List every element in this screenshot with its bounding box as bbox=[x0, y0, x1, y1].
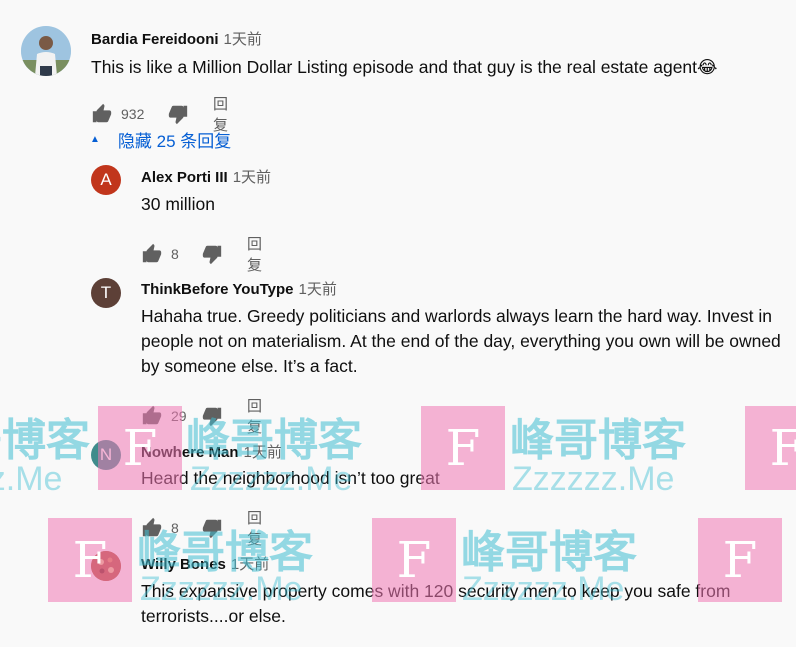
avatar-initial: N bbox=[99, 445, 113, 464]
like-icon[interactable] bbox=[141, 517, 163, 539]
like-count: 29 bbox=[171, 408, 187, 424]
like-count: 932 bbox=[121, 106, 145, 122]
reply-text: Hahaha true. Greedy politicians and warl… bbox=[141, 306, 781, 376]
like-icon[interactable] bbox=[141, 405, 163, 427]
watermark-text: 峰哥博客 bbox=[461, 528, 637, 577]
reply-time[interactable]: 1天前 bbox=[231, 556, 269, 573]
avatar[interactable]: A bbox=[91, 165, 121, 195]
dislike-icon[interactable] bbox=[201, 517, 223, 539]
dislike-icon[interactable] bbox=[201, 243, 223, 265]
avatar-photo bbox=[21, 26, 71, 76]
like-count: 8 bbox=[171, 246, 179, 262]
comment-text: This is like a Million Dollar Listing ep… bbox=[91, 57, 718, 77]
reply-time[interactable]: 1天前 bbox=[233, 169, 271, 186]
avatar[interactable] bbox=[21, 26, 71, 76]
avatar[interactable]: N bbox=[91, 440, 121, 470]
like-count: 8 bbox=[171, 520, 179, 536]
reply-text: Heard the neighborhood isn’t too great bbox=[141, 468, 440, 488]
hide-replies-button[interactable]: ▲ 隐藏 25 条回复 bbox=[90, 127, 231, 152]
avatar[interactable] bbox=[91, 551, 121, 581]
avatar-photo bbox=[91, 551, 121, 581]
hide-replies-label: 隐藏 25 条回复 bbox=[117, 132, 232, 151]
reply-author[interactable]: ThinkBefore YouType bbox=[141, 281, 294, 298]
reply-button[interactable]: 回复 bbox=[247, 395, 262, 437]
like-icon[interactable] bbox=[91, 103, 113, 125]
reply-text: This expansive property comes with 120 s… bbox=[141, 581, 731, 626]
avatar-initial: A bbox=[100, 170, 112, 189]
avatar-initial: T bbox=[100, 283, 112, 302]
dislike-icon[interactable] bbox=[201, 405, 223, 427]
like-icon[interactable] bbox=[141, 243, 163, 265]
reply-time[interactable]: 1天前 bbox=[299, 281, 337, 298]
comment-author[interactable]: Bardia Fereidooni bbox=[91, 31, 219, 48]
watermark-text: Zzzzzz.Me bbox=[0, 460, 63, 498]
dislike-icon[interactable] bbox=[167, 103, 189, 125]
reply-button[interactable]: 回复 bbox=[247, 507, 262, 549]
avatar[interactable]: T bbox=[91, 278, 121, 308]
reply-author[interactable]: Alex Porti III bbox=[141, 169, 228, 186]
watermark-text: 峰哥博客 bbox=[510, 416, 686, 465]
reply-author[interactable]: Nowhere Man bbox=[141, 444, 239, 461]
reply-author[interactable]: Willy Bones bbox=[141, 556, 226, 573]
reply-text: 30 million bbox=[141, 194, 215, 214]
caret-up-icon: ▲ bbox=[90, 134, 100, 145]
watermark-text: 峰哥博客 bbox=[0, 416, 90, 465]
reply-time[interactable]: 1天前 bbox=[244, 444, 282, 461]
reply-button[interactable]: 回复 bbox=[247, 233, 262, 275]
comment-time[interactable]: 1天前 bbox=[224, 31, 262, 48]
